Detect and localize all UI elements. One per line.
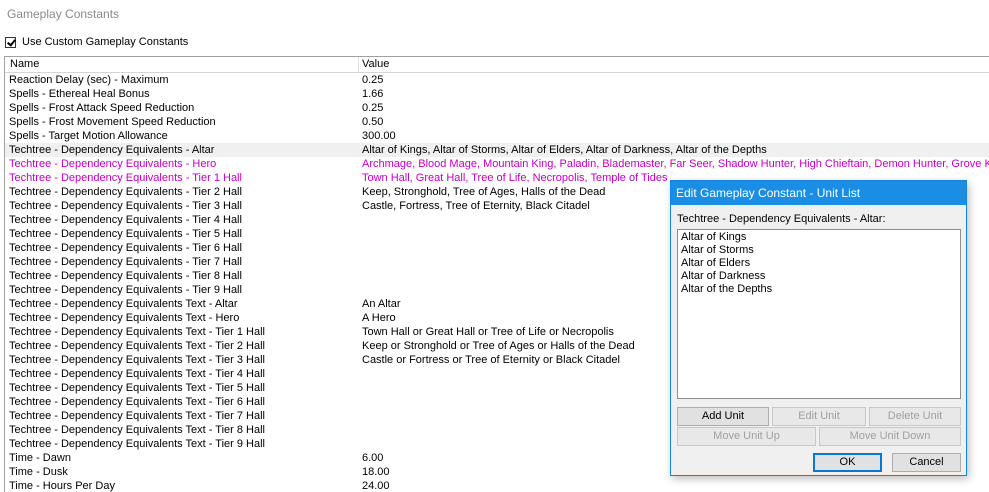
constant-name: Spells - Frost Attack Speed Reduction	[9, 102, 195, 114]
constant-name: Techtree - Dependency Equivalents - Tier…	[9, 242, 242, 254]
list-item[interactable]: Altar of Storms	[681, 244, 957, 257]
list-item[interactable]: Altar of Elders	[681, 257, 957, 270]
move-unit-up-button[interactable]: Move Unit Up	[677, 427, 816, 446]
constant-name: Spells - Target Motion Allowance	[9, 130, 168, 142]
constant-name: Time - Hours Per Day	[9, 480, 115, 492]
constant-value: 18.00	[362, 466, 390, 478]
unit-listbox[interactable]: Altar of Kings Altar of Storms Altar of El…	[677, 229, 961, 399]
table-row[interactable]: Spells - Frost Attack Speed Reduction 0.2…	[5, 101, 989, 115]
constant-name: Techtree - Dependency Equivalents Text -…	[9, 312, 240, 324]
constant-name: Spells - Frost Movement Speed Reduction	[9, 116, 216, 128]
list-item[interactable]: Altar of the Depths	[681, 283, 957, 296]
use-custom-checkbox[interactable]	[5, 36, 16, 48]
constant-value: Castle or Fortress or Tree of Eternity o…	[362, 354, 620, 366]
constant-value: 6.00	[362, 452, 384, 464]
constant-name: Techtree - Dependency Equivalents Text -…	[9, 298, 238, 310]
dialog-label: Techtree - Dependency Equivalents - Alta…	[677, 213, 886, 225]
delete-unit-button[interactable]: Delete Unit	[869, 407, 961, 426]
constant-name: Techtree - Dependency Equivalents Text -…	[9, 396, 265, 408]
constant-name: Techtree - Dependency Equivalents - Tier…	[9, 228, 242, 240]
dialog-title: Edit Gameplay Constant - Unit List	[671, 181, 966, 205]
constant-name: Spells - Ethereal Heal Bonus	[9, 88, 150, 100]
cancel-button[interactable]: Cancel	[892, 453, 961, 472]
constant-value: Keep or Stronghold or Tree of Ages or Ha…	[362, 340, 635, 352]
constant-value: 0.25	[362, 102, 384, 114]
column-header-value[interactable]: Value	[362, 58, 389, 71]
table-row[interactable]: Spells - Target Motion Allowance 300.00	[5, 129, 989, 143]
constant-value: An Altar	[362, 298, 401, 310]
constant-value: Castle, Fortress, Tree of Eternity, Blac…	[362, 200, 590, 212]
constant-name: Techtree - Dependency Equivalents Text -…	[9, 424, 265, 436]
constant-name: Techtree - Dependency Equivalents - Alta…	[9, 144, 215, 156]
constant-value: Town Hall or Great Hall or Tree of Life …	[362, 326, 614, 338]
constant-name: Techtree - Dependency Equivalents - Tier…	[9, 270, 242, 282]
edit-unit-button[interactable]: Edit Unit	[772, 407, 866, 426]
add-unit-button[interactable]: Add Unit	[677, 407, 769, 426]
table-row[interactable]: Reaction Delay (sec) - Maximum 0.25	[5, 73, 989, 87]
column-divider[interactable]	[358, 57, 359, 72]
constant-name: Time - Dawn	[9, 452, 71, 464]
constant-value: Archmage, Blood Mage, Mountain King, Pal…	[362, 158, 989, 170]
column-header-name[interactable]: Name	[10, 58, 39, 71]
constant-name: Techtree - Dependency Equivalents - Tier…	[9, 186, 242, 198]
use-custom-constants[interactable]: Use Custom Gameplay Constants	[5, 35, 188, 49]
list-item[interactable]: Altar of Kings	[681, 231, 957, 244]
constant-name: Techtree - Dependency Equivalents - Tier…	[9, 284, 242, 296]
table-row[interactable]: Time - Hours Per Day 24.00	[5, 479, 989, 492]
constant-name: Techtree - Dependency Equivalents Text -…	[9, 354, 265, 366]
constant-name: Techtree - Dependency Equivalents - Tier…	[9, 256, 242, 268]
table-row[interactable]: Spells - Frost Movement Speed Reduction 0…	[5, 115, 989, 129]
constant-value: Town Hall, Great Hall, Tree of Life, Nec…	[362, 172, 668, 184]
move-unit-down-button[interactable]: Move Unit Down	[819, 427, 961, 446]
constant-name: Techtree - Dependency Equivalents Text -…	[9, 340, 265, 352]
constant-name: Reaction Delay (sec) - Maximum	[9, 74, 169, 86]
constant-value: A Hero	[362, 312, 396, 324]
constant-value: 24.00	[362, 480, 390, 492]
unit-list-dialog: Edit Gameplay Constant - Unit List Techt…	[670, 180, 967, 476]
constant-name: Time - Dusk	[9, 466, 68, 478]
table-row[interactable]: Techtree - Dependency Equivalents - Hero…	[5, 157, 989, 171]
ok-button[interactable]: OK	[813, 453, 882, 472]
constant-name: Techtree - Dependency Equivalents - Tier…	[9, 200, 242, 212]
constant-name: Techtree - Dependency Equivalents Text -…	[9, 410, 265, 422]
constant-name: Techtree - Dependency Equivalents - Tier…	[9, 172, 242, 184]
constant-name: Techtree - Dependency Equivalents - Tier…	[9, 214, 242, 226]
window-title: Gameplay Constants	[0, 0, 989, 30]
list-item[interactable]: Altar of Darkness	[681, 270, 957, 283]
constant-name: Techtree - Dependency Equivalents - Hero	[9, 158, 217, 170]
table-row[interactable]: Spells - Ethereal Heal Bonus 1.66	[5, 87, 989, 101]
constant-value: Altar of Kings, Altar of Storms, Altar o…	[362, 144, 767, 156]
constant-value: Keep, Stronghold, Tree of Ages, Halls of…	[362, 186, 606, 198]
use-custom-label: Use Custom Gameplay Constants	[22, 36, 189, 48]
table-row[interactable]: Techtree - Dependency Equivalents - Alta…	[5, 143, 989, 157]
constant-value: 1.66	[362, 88, 384, 100]
constant-value: 0.25	[362, 74, 384, 86]
constant-name: Techtree - Dependency Equivalents Text -…	[9, 326, 265, 338]
constant-name: Techtree - Dependency Equivalents Text -…	[9, 382, 265, 394]
constant-name: Techtree - Dependency Equivalents Text -…	[9, 368, 265, 380]
list-header: Name Value	[5, 57, 989, 73]
constant-name: Techtree - Dependency Equivalents Text -…	[9, 438, 265, 450]
constant-value: 300.00	[362, 130, 396, 142]
constant-value: 0.50	[362, 116, 384, 128]
